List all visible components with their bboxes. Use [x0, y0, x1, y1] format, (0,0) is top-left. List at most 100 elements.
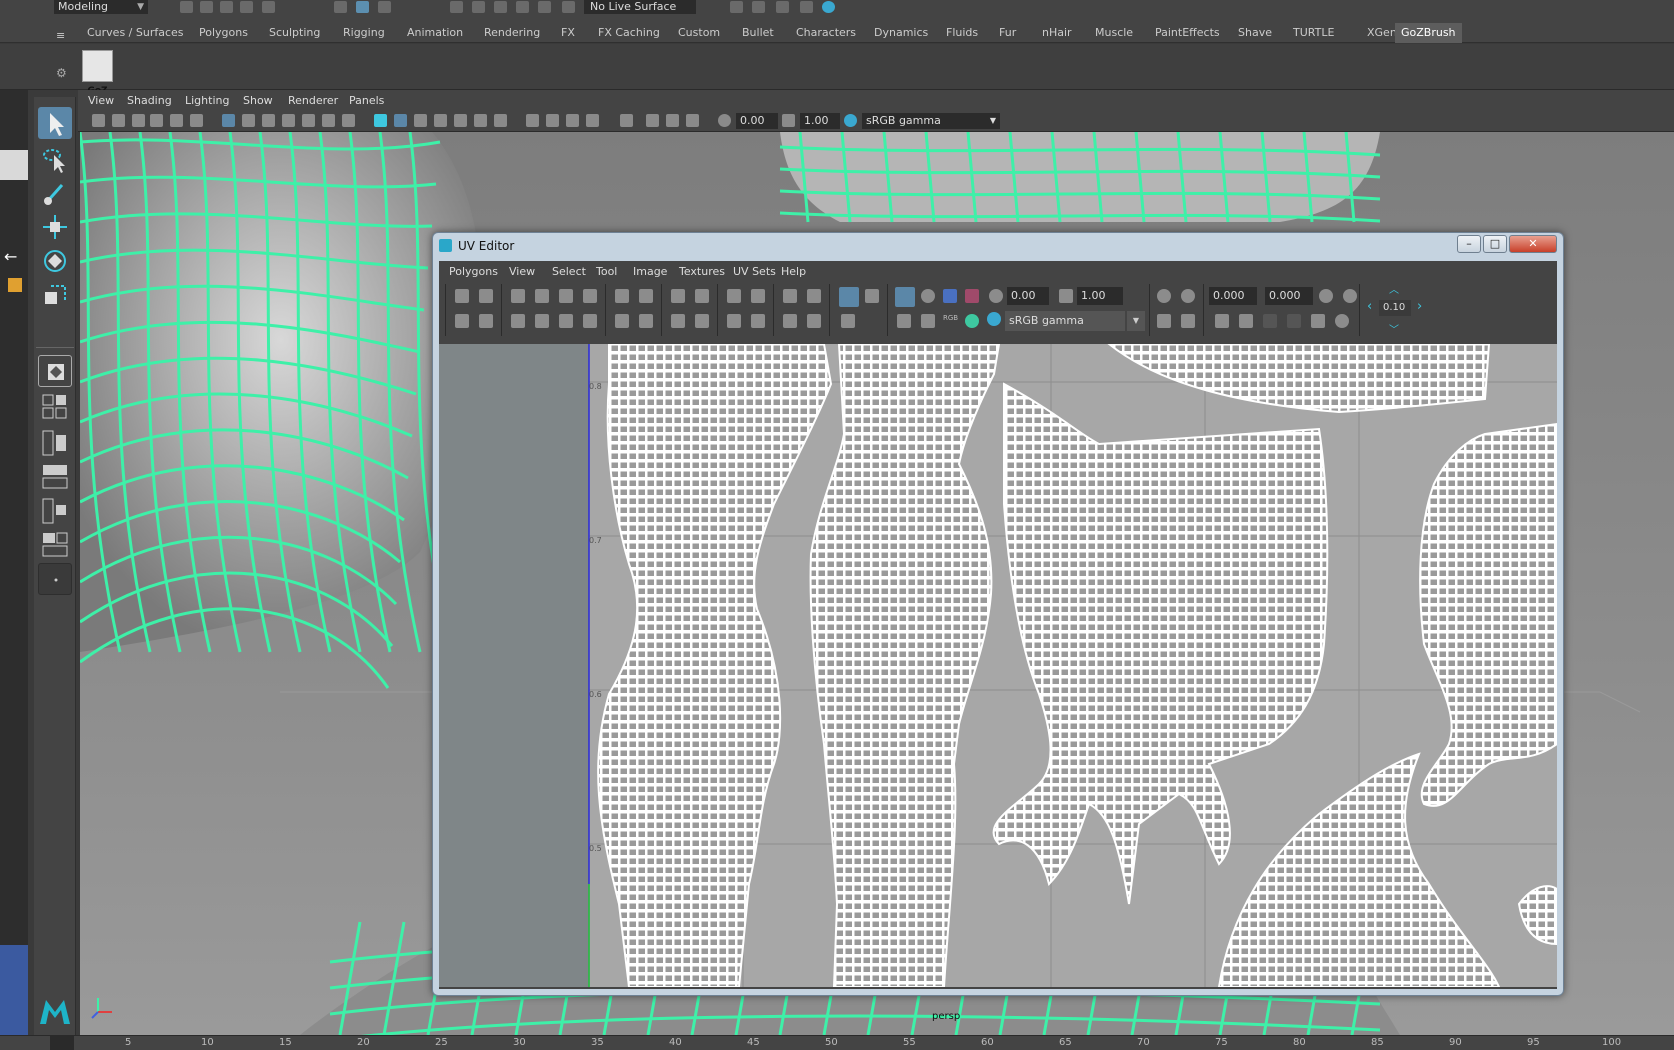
rotate-tool-icon[interactable]	[38, 245, 72, 277]
shelf-tab[interactable]: Curves / Surfaces	[81, 23, 190, 43]
uv-stack-icon[interactable]	[671, 314, 685, 328]
uv-grid-icon[interactable]	[671, 289, 685, 303]
shadows-icon[interactable]	[494, 114, 507, 127]
motion-blur-icon[interactable]	[546, 114, 559, 127]
resolution-gate-icon[interactable]	[262, 114, 275, 127]
select-object-icon[interactable]	[356, 1, 369, 13]
chevron-right-icon[interactable]: ›	[1417, 299, 1422, 314]
uv-align-right-icon[interactable]	[751, 289, 765, 303]
uv-point-select-icon[interactable]	[783, 314, 797, 328]
render-view-icon[interactable]	[730, 1, 743, 13]
layout-single-pane-icon[interactable]	[38, 355, 72, 387]
new-scene-icon[interactable]	[180, 1, 193, 13]
image-plane-icon[interactable]	[150, 114, 163, 127]
uv-snapshot-icon[interactable]	[1157, 314, 1171, 328]
color-management-icon[interactable]	[844, 114, 857, 127]
uv-psd-icon[interactable]	[1181, 289, 1195, 303]
open-scene-icon[interactable]	[200, 1, 213, 13]
gamma-field[interactable]: 1.00	[800, 113, 840, 129]
layout-more-icon[interactable]	[38, 563, 72, 595]
mode-menu[interactable]: Modeling ▼	[54, 0, 148, 14]
uv-color-space-select[interactable]: sRGB gamma	[1005, 311, 1125, 331]
uv-rotate-ccw-icon[interactable]	[615, 314, 629, 328]
copy-uv-icon[interactable]	[1215, 314, 1229, 328]
shelf-tab[interactable]: TURTLE	[1287, 23, 1340, 43]
exposure-icon[interactable]	[718, 114, 731, 127]
bookmark-icon[interactable]	[132, 114, 145, 127]
shelf-tab[interactable]: Muscle	[1089, 23, 1139, 43]
uv-step-field[interactable]: 0.10	[1379, 300, 1411, 316]
move-tool-icon[interactable]	[38, 211, 72, 243]
save-scene-icon[interactable]	[220, 1, 233, 13]
uv-select-icon[interactable]	[479, 314, 493, 328]
relative-uv-icon[interactable]	[1343, 289, 1357, 303]
cycle-uv-icon[interactable]	[1311, 314, 1325, 328]
layout-outliner-icon[interactable]	[38, 495, 72, 527]
film-gate-icon[interactable]	[242, 114, 255, 127]
safe-title-icon[interactable]	[342, 114, 355, 127]
render-frame-icon[interactable]	[752, 1, 765, 13]
menu-show[interactable]: Show	[243, 94, 273, 107]
uv-face-select-icon[interactable]	[807, 314, 821, 328]
display-grid-icon[interactable]	[895, 287, 915, 307]
safe-action-icon[interactable]	[322, 114, 335, 127]
checker-icon[interactable]	[943, 289, 957, 303]
snap-curve-icon[interactable]	[472, 1, 485, 13]
uv-align-top-icon[interactable]	[751, 314, 765, 328]
layout-persp-graph-icon[interactable]	[38, 461, 72, 493]
paste-uv-icon[interactable]	[1239, 314, 1253, 328]
undo-icon[interactable]	[240, 1, 253, 13]
redo-icon[interactable]	[262, 1, 275, 13]
apps-icon[interactable]	[8, 278, 22, 292]
exposure-field[interactable]: 0.00	[736, 113, 778, 129]
chevron-down-icon[interactable]: ▼	[1127, 311, 1145, 331]
textured-icon[interactable]	[454, 114, 467, 127]
camera-attributes-icon[interactable]	[112, 114, 125, 127]
shelf-tab[interactable]: Fur	[993, 23, 1022, 43]
uv-cut-icon[interactable]	[511, 289, 525, 303]
xray-components-icon[interactable]	[686, 114, 699, 127]
texture-border-icon[interactable]	[897, 314, 911, 328]
shaded-uv-icon[interactable]	[841, 314, 855, 328]
uv-snowflake-icon[interactable]	[559, 314, 573, 328]
select-tool-icon[interactable]	[38, 107, 72, 139]
current-frame-marker[interactable]	[50, 1036, 74, 1050]
uv-editor-title-bar[interactable]: UV Editor	[439, 239, 514, 257]
select-hierarchy-icon[interactable]	[334, 1, 347, 13]
camera-select-icon[interactable]	[92, 114, 105, 127]
shelf-tab[interactable]: Characters	[790, 23, 862, 43]
shelf-tab[interactable]: PaintEffects	[1149, 23, 1226, 43]
shelf-tab[interactable]: Fluids	[940, 23, 984, 43]
uv-canvas[interactable]: 0.8 0.7 0.6 0.5	[439, 344, 1557, 987]
default-material-icon[interactable]	[414, 114, 427, 127]
uv-pin-icon[interactable]	[695, 289, 709, 303]
display-image-icon[interactable]	[839, 287, 859, 307]
snap-point-icon[interactable]	[494, 1, 507, 13]
uv-menu-textures[interactable]: Textures	[679, 265, 725, 278]
grease-pencil-icon[interactable]	[190, 114, 203, 127]
uv-border-select-icon[interactable]	[807, 289, 821, 303]
pixel-snap-icon[interactable]	[921, 289, 935, 303]
uv-menu-select[interactable]: Select	[552, 265, 586, 278]
layout-side-by-side-icon[interactable]	[38, 427, 72, 459]
menu-lighting[interactable]: Lighting	[185, 94, 229, 107]
live-surface-field[interactable]: No Live Surface	[584, 0, 696, 14]
distortion-icon[interactable]	[965, 289, 979, 303]
uv-flip-v-icon[interactable]	[639, 289, 653, 303]
ipr-render-icon[interactable]	[776, 1, 789, 13]
select-component-icon[interactable]	[378, 1, 391, 13]
time-slider[interactable]: 5 10 15 20 25 30 35 40 45 50 55 60 65 70…	[0, 1035, 1674, 1050]
goz-shelf-button[interactable]: GoZ	[82, 50, 113, 96]
paste-u-icon[interactable]	[1263, 314, 1277, 328]
uv-menu-uv-sets[interactable]: UV Sets	[733, 265, 776, 278]
uv-distribute-icon[interactable]	[695, 314, 709, 328]
uv-exposure-field[interactable]: 0.00	[1007, 287, 1049, 305]
chevron-up-icon[interactable]: ︿	[1389, 281, 1399, 296]
depth-of-field-icon[interactable]	[586, 114, 599, 127]
uv-menu-polygons[interactable]: Polygons	[449, 265, 498, 278]
uv-delete-icon[interactable]	[559, 289, 573, 303]
scale-tool-icon[interactable]	[38, 279, 72, 311]
uv-image-range-icon[interactable]	[1181, 314, 1195, 328]
uv-toggle-icon[interactable]	[1335, 314, 1349, 328]
shelf-tab[interactable]: FX	[555, 23, 581, 43]
